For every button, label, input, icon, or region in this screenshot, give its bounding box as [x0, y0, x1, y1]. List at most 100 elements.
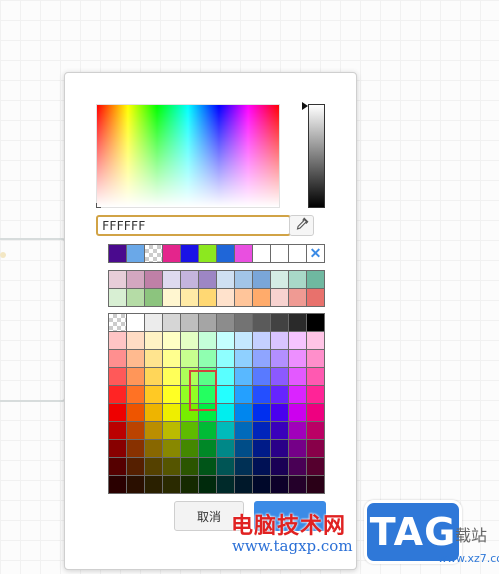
palette-color-swatch[interactable] [199, 404, 216, 421]
palette-color-swatch[interactable] [127, 476, 144, 493]
palette-color-swatch[interactable] [145, 314, 162, 331]
palette-color-swatch[interactable] [181, 350, 198, 367]
theme-color-swatch[interactable] [253, 289, 270, 306]
palette-color-swatch[interactable] [271, 332, 288, 349]
theme-color-swatch[interactable] [271, 271, 288, 288]
palette-color-swatch[interactable] [289, 332, 306, 349]
palette-color-swatch[interactable] [145, 350, 162, 367]
palette-color-swatch[interactable] [199, 350, 216, 367]
palette-color-swatch[interactable] [289, 386, 306, 403]
palette-color-swatch[interactable] [199, 476, 216, 493]
palette-color-swatch[interactable] [307, 368, 324, 385]
palette-color-swatch[interactable] [289, 458, 306, 475]
palette-color-swatch[interactable] [235, 368, 252, 385]
palette-color-swatch[interactable] [289, 350, 306, 367]
palette-color-swatch[interactable] [163, 440, 180, 457]
recent-color-swatch[interactable] [271, 245, 288, 262]
palette-color-swatch[interactable] [127, 422, 144, 439]
palette-color-swatch[interactable] [271, 314, 288, 331]
palette-color-swatch[interactable] [307, 476, 324, 493]
palette-color-swatch[interactable] [307, 404, 324, 421]
palette-color-swatch[interactable] [109, 332, 126, 349]
theme-color-swatch[interactable] [307, 271, 324, 288]
palette-color-swatch[interactable] [163, 314, 180, 331]
palette-color-swatch[interactable] [109, 458, 126, 475]
palette-color-swatch[interactable] [271, 350, 288, 367]
palette-color-swatch[interactable] [217, 422, 234, 439]
palette-color-swatch[interactable] [217, 314, 234, 331]
spectrum-cursor[interactable] [96, 203, 101, 208]
palette-color-swatch[interactable] [235, 314, 252, 331]
palette-color-swatch[interactable] [163, 476, 180, 493]
palette-color-swatch[interactable] [163, 404, 180, 421]
recent-color-swatch[interactable] [127, 245, 144, 262]
palette-color-swatch[interactable] [181, 404, 198, 421]
lightness-marker-icon[interactable] [302, 102, 308, 110]
recent-color-swatch[interactable] [199, 245, 216, 262]
palette-color-swatch[interactable] [145, 458, 162, 475]
recent-color-swatch[interactable] [163, 245, 180, 262]
theme-color-swatch[interactable] [145, 289, 162, 306]
theme-color-swatch[interactable] [109, 289, 126, 306]
palette-color-swatch[interactable] [145, 422, 162, 439]
palette-color-swatch[interactable] [127, 440, 144, 457]
palette-color-swatch[interactable] [181, 440, 198, 457]
color-spectrum[interactable] [96, 104, 280, 208]
recent-color-swatch[interactable] [181, 245, 198, 262]
palette-color-swatch[interactable] [109, 386, 126, 403]
palette-color-swatch[interactable] [199, 314, 216, 331]
palette-color-swatch[interactable] [235, 458, 252, 475]
theme-color-swatch[interactable] [307, 289, 324, 306]
palette-color-swatch[interactable] [289, 422, 306, 439]
theme-color-swatch[interactable] [163, 271, 180, 288]
palette-color-swatch[interactable] [253, 314, 270, 331]
palette-color-swatch[interactable] [307, 440, 324, 457]
theme-color-swatch[interactable] [163, 289, 180, 306]
palette-color-swatch[interactable] [163, 350, 180, 367]
palette-color-swatch[interactable] [235, 350, 252, 367]
palette-color-swatch[interactable] [109, 368, 126, 385]
palette-color-swatch[interactable] [163, 332, 180, 349]
palette-color-swatch[interactable] [217, 440, 234, 457]
palette-color-swatch[interactable] [289, 368, 306, 385]
theme-color-swatch[interactable] [253, 271, 270, 288]
palette-color-swatch[interactable] [109, 404, 126, 421]
palette-color-swatch[interactable] [217, 350, 234, 367]
recent-color-swatch[interactable] [109, 245, 126, 262]
palette-color-swatch[interactable] [145, 368, 162, 385]
palette-color-swatch[interactable] [253, 368, 270, 385]
palette-color-swatch[interactable] [181, 332, 198, 349]
palette-color-swatch[interactable] [181, 314, 198, 331]
lightness-slider[interactable] [302, 102, 325, 208]
palette-color-swatch[interactable] [109, 440, 126, 457]
palette-color-swatch[interactable] [307, 332, 324, 349]
theme-color-swatch[interactable] [217, 271, 234, 288]
palette-color-swatch[interactable] [235, 422, 252, 439]
theme-color-swatch[interactable] [271, 289, 288, 306]
palette-color-swatch[interactable] [289, 404, 306, 421]
clear-color-button[interactable]: ✕ [307, 245, 324, 262]
theme-color-swatch[interactable] [199, 271, 216, 288]
palette-color-swatch[interactable] [127, 386, 144, 403]
palette-color-swatch[interactable] [217, 476, 234, 493]
palette-color-swatch[interactable] [289, 314, 306, 331]
hex-color-input[interactable] [96, 215, 291, 236]
eyedropper-button[interactable] [289, 215, 314, 236]
palette-color-swatch[interactable] [217, 332, 234, 349]
palette-color-swatch[interactable] [181, 476, 198, 493]
palette-color-swatch[interactable] [217, 404, 234, 421]
palette-color-swatch[interactable] [163, 386, 180, 403]
recent-color-swatch[interactable] [217, 245, 234, 262]
palette-color-swatch[interactable] [127, 314, 144, 331]
palette-color-swatch[interactable] [253, 386, 270, 403]
recent-color-swatch[interactable] [235, 245, 252, 262]
palette-color-swatch[interactable] [217, 386, 234, 403]
palette-color-swatch[interactable] [109, 350, 126, 367]
palette-color-swatch[interactable] [199, 386, 216, 403]
palette-color-swatch[interactable] [253, 350, 270, 367]
palette-color-swatch[interactable] [199, 458, 216, 475]
palette-color-swatch[interactable] [271, 458, 288, 475]
palette-color-swatch[interactable] [181, 368, 198, 385]
palette-color-swatch[interactable] [109, 476, 126, 493]
palette-color-swatch[interactable] [145, 476, 162, 493]
